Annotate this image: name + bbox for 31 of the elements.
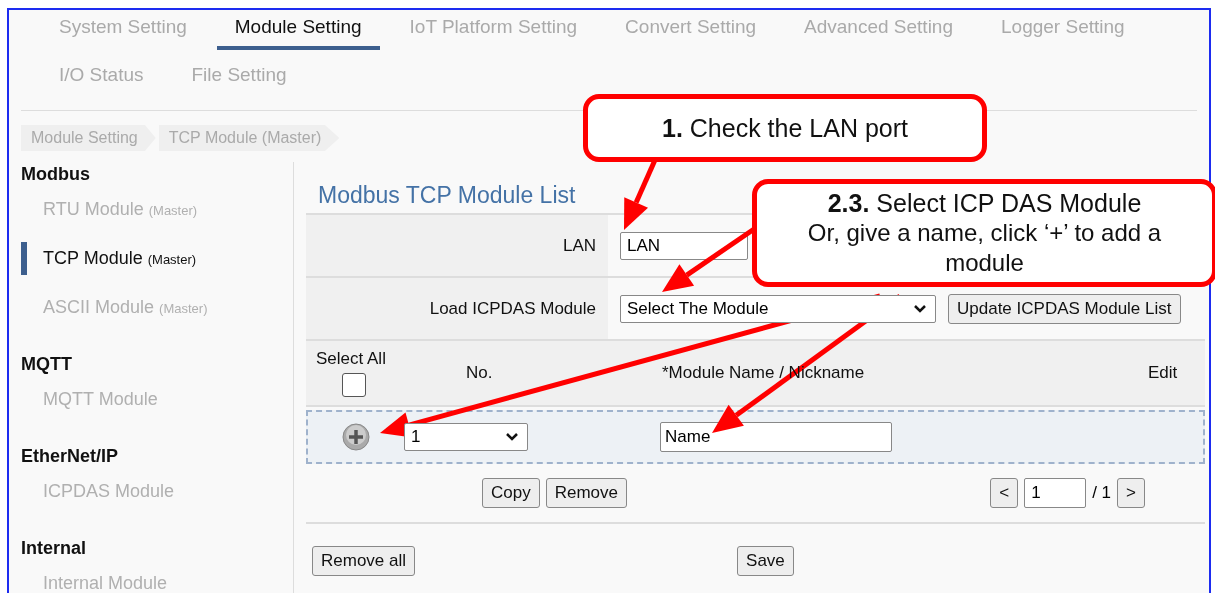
- name-field[interactable]: Name: [660, 422, 892, 452]
- callout-text: Or, give a name, click ‘+’ to add a module: [806, 218, 1163, 278]
- next-page-button[interactable]: >: [1117, 478, 1145, 508]
- sidebar-heading: Internal: [21, 538, 87, 559]
- callout-text: 1. Check the LAN port: [661, 113, 909, 143]
- nav-tab[interactable]: Module Setting: [216, 10, 380, 50]
- chevron-down-icon: [913, 303, 927, 314]
- field-label: Load ICPDAS Module: [306, 278, 608, 339]
- sidebar-heading: MQTT: [21, 354, 73, 375]
- previous-page-button[interactable]: <: [990, 478, 1019, 508]
- add-icon[interactable]: [342, 423, 370, 451]
- footer-button[interactable]: Save: [737, 546, 794, 576]
- update-button[interactable]: Update ICPDAS Module List: [948, 293, 1181, 324]
- page-count: / 1: [1092, 483, 1112, 503]
- footer-button[interactable]: Remove all: [312, 546, 416, 576]
- column-header: Edit: [1148, 363, 1178, 383]
- action-button[interactable]: Remove: [545, 478, 627, 508]
- callout-title: 2.3. Select ICP DAS Module: [826, 188, 1143, 218]
- chevron-down-icon: [505, 432, 519, 442]
- select-all-label: Select All: [316, 349, 386, 369]
- select-all-checkbox[interactable]: [342, 373, 366, 397]
- module-select[interactable]: Select The Module: [620, 294, 936, 323]
- input-field[interactable]: LAN: [620, 231, 748, 260]
- field-label: LAN: [306, 215, 608, 276]
- page-field[interactable]: 1: [1024, 478, 1087, 508]
- sidebar-heading: Modbus: [21, 164, 91, 185]
- column-header: No.: [466, 363, 494, 383]
- sidebar-item[interactable]: TCP Module (Master): [21, 242, 293, 275]
- sidebar-heading: EtherNet/IP: [21, 446, 120, 467]
- action-button[interactable]: Copy: [482, 478, 540, 508]
- number-select[interactable]: 1: [404, 423, 528, 451]
